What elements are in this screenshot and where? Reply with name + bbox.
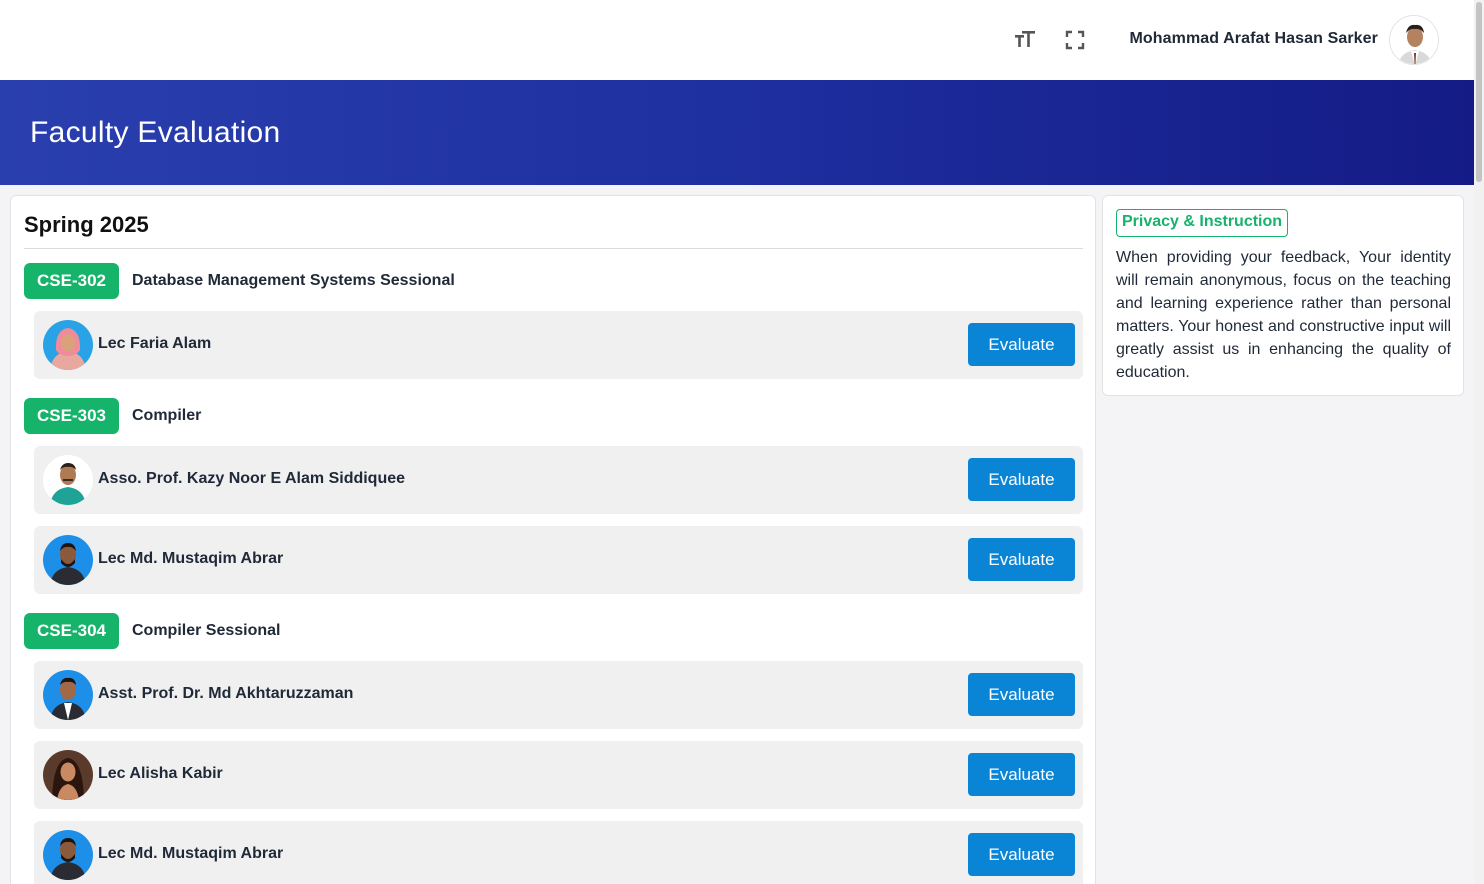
faculty-avatar <box>43 535 93 585</box>
text-size-icon[interactable] <box>1012 27 1038 53</box>
faculty-name: Asst. Prof. Dr. Md Akhtaruzzaman <box>98 685 354 702</box>
evaluate-button[interactable]: Evaluate <box>968 753 1075 796</box>
semester-title: Spring 2025 <box>24 212 149 237</box>
faculty-avatar <box>43 320 93 370</box>
faculty-name: Lec Md. Mustaqim Abrar <box>98 845 284 862</box>
course-code-badge: CSE-302 <box>24 263 119 299</box>
course-header: CSE-302 Database Management Systems Sess… <box>24 263 455 299</box>
evaluate-button[interactable]: Evaluate <box>968 323 1075 366</box>
faculty-avatar <box>43 670 93 720</box>
page-title: Faculty Evaluation <box>30 116 281 149</box>
evaluation-card: Spring 2025 CSE-302 Database Management … <box>10 195 1096 884</box>
faculty-row: Lec Faria Alam Evaluate <box>34 311 1083 379</box>
course-header: CSE-303 Compiler <box>24 398 201 434</box>
faculty-avatar <box>43 830 93 880</box>
user-avatar[interactable] <box>1389 15 1439 65</box>
page-banner: Faculty Evaluation <box>0 80 1474 185</box>
privacy-text: When providing your feedback, Your ident… <box>1116 249 1451 381</box>
evaluate-button[interactable]: Evaluate <box>968 673 1075 716</box>
faculty-row: Lec Alisha Kabir Evaluate <box>34 741 1083 809</box>
faculty-name: Lec Alisha Kabir <box>98 765 223 782</box>
evaluate-button[interactable]: Evaluate <box>968 458 1075 501</box>
fullscreen-icon[interactable] <box>1062 27 1088 53</box>
faculty-name: Lec Md. Mustaqim Abrar <box>98 550 284 567</box>
page-scrollbar[interactable] <box>1474 0 1484 884</box>
course-code-badge: CSE-304 <box>24 613 119 649</box>
scrollbar-thumb[interactable] <box>1476 2 1482 182</box>
user-name[interactable]: Mohammad Arafat Hasan Sarker <box>1129 30 1378 48</box>
course-title: Compiler <box>131 407 202 424</box>
faculty-row: Asso. Prof. Kazy Noor E Alam Siddiquee E… <box>34 446 1083 514</box>
course-code-badge: CSE-303 <box>24 398 119 434</box>
course-header: CSE-304 Compiler Sessional <box>24 613 280 649</box>
faculty-row: Lec Md. Mustaqim Abrar Evaluate <box>34 526 1083 594</box>
course-title: Compiler Sessional <box>131 622 281 639</box>
privacy-tag: Privacy & Instruction <box>1116 209 1289 237</box>
top-bar: Mohammad Arafat Hasan Sarker <box>0 0 1474 80</box>
faculty-name: Lec Faria Alam <box>98 335 212 352</box>
faculty-avatar <box>43 455 93 505</box>
evaluate-button[interactable]: Evaluate <box>968 833 1075 876</box>
faculty-name: Asso. Prof. Kazy Noor E Alam Siddiquee <box>98 470 406 487</box>
divider <box>24 248 1083 249</box>
faculty-row: Lec Md. Mustaqim Abrar Evaluate <box>34 821 1083 884</box>
course-title: Database Management Systems Sessional <box>131 272 455 289</box>
faculty-row: Asst. Prof. Dr. Md Akhtaruzzaman Evaluat… <box>34 661 1083 729</box>
evaluate-button[interactable]: Evaluate <box>968 538 1075 581</box>
faculty-avatar <box>43 750 93 800</box>
privacy-card: Privacy & Instruction When providing you… <box>1102 195 1464 396</box>
